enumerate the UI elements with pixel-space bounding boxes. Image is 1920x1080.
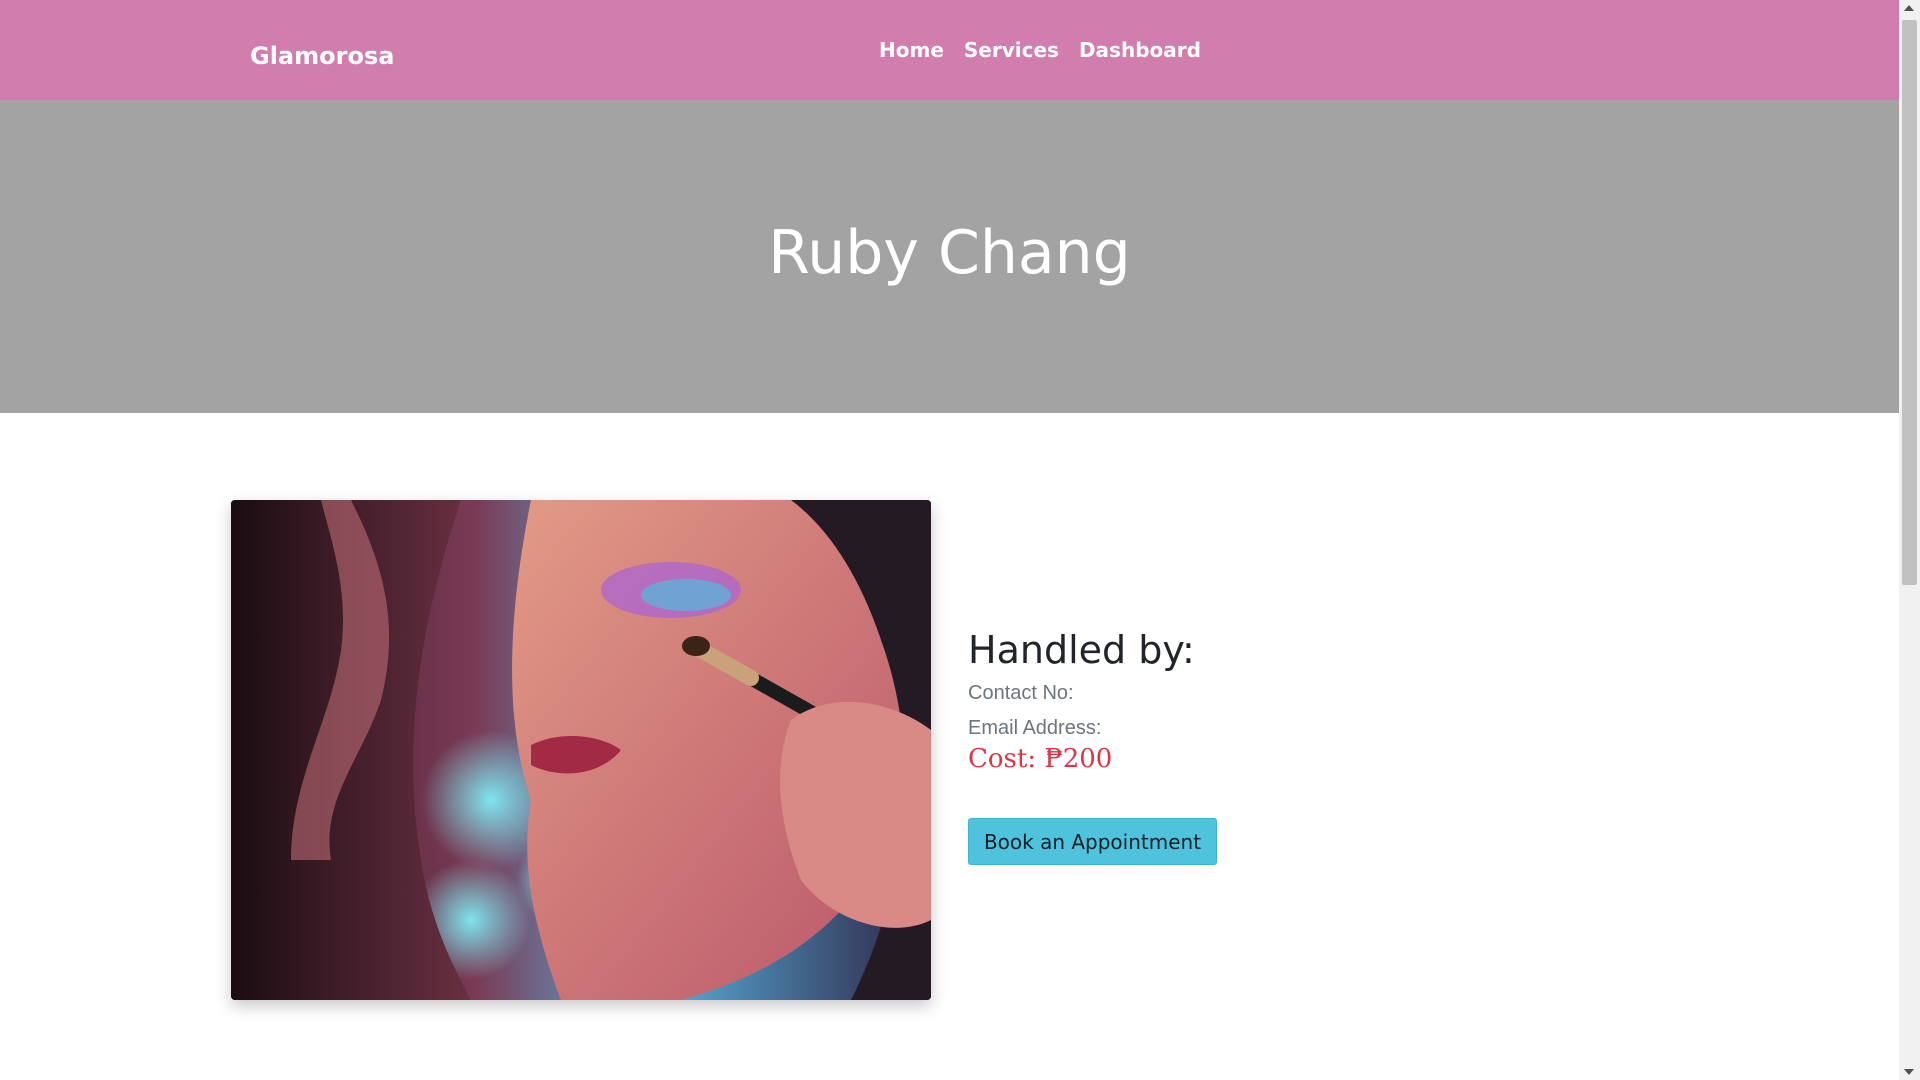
brand-logo[interactable]: Glamorosa [250,42,394,70]
service-details: Handled by: Contact No: Email Address: C… [968,628,1195,774]
cost-label: Cost: ₱200 [968,743,1113,774]
nav-link-home[interactable]: Home [879,38,944,62]
scroll-up-arrow-icon[interactable] [1904,5,1914,11]
page-title: Ruby Chang [768,218,1131,288]
contact-number: Contact No: [968,681,1074,704]
page-scrollbar[interactable] [1899,0,1920,1080]
hero-banner: Ruby Chang [0,100,1899,413]
book-appointment-button[interactable]: Book an Appointment [968,818,1217,865]
handled-by-heading: Handled by: [968,628,1195,672]
service-photo [231,500,931,1000]
nav-link-dashboard[interactable]: Dashboard [1079,38,1201,62]
nav-links: Home Services Dashboard [879,38,1201,62]
scroll-down-arrow-icon[interactable] [1904,1069,1914,1075]
nav-link-services[interactable]: Services [964,38,1059,62]
scrollbar-thumb[interactable] [1902,20,1917,585]
top-navbar: Glamorosa Home Services Dashboard [0,0,1899,100]
email-address: Email Address: [968,716,1102,739]
